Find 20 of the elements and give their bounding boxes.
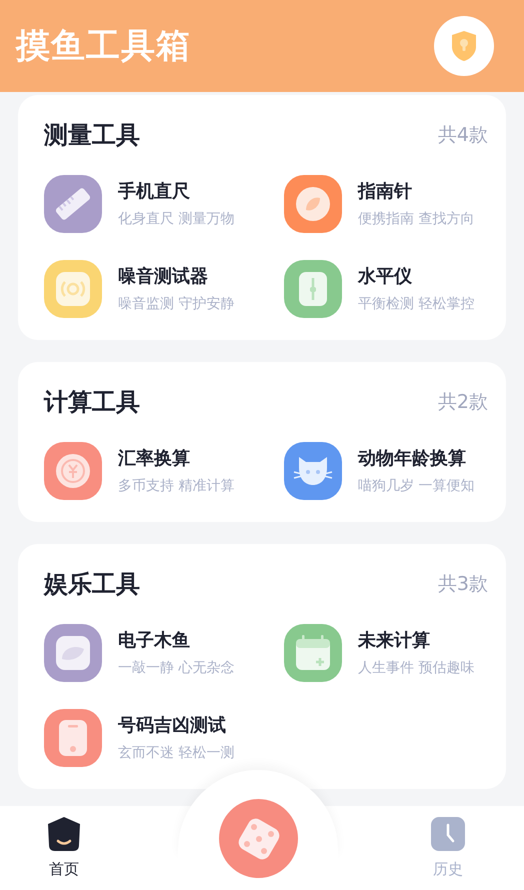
tool-item[interactable]: 噪音测试器 噪音监测 守护安静 bbox=[44, 260, 284, 318]
tool-count: 共4款 bbox=[438, 122, 488, 148]
home-tab[interactable]: 首页 bbox=[46, 816, 82, 880]
tool-item[interactable]: 动物年龄换算 喵狗几岁 一算便知 bbox=[284, 442, 488, 500]
tool-item[interactable]: 手机直尺 化身直尺 测量万物 bbox=[44, 175, 284, 233]
tool-item[interactable]: 号码吉凶测试 玄而不迷 轻松一测 bbox=[44, 709, 284, 767]
tool-item[interactable]: 指南针 便携指南 查找方向 bbox=[284, 175, 488, 233]
section-title: 计算工具 bbox=[44, 387, 140, 418]
tool-item[interactable]: 电子木鱼 一敲一静 心无杂念 bbox=[44, 624, 284, 682]
tool-item[interactable]: 未来计算 人生事件 预估趣味 bbox=[284, 624, 488, 682]
tool-item[interactable]: 水平仪 平衡检测 轻松掌控 bbox=[284, 260, 488, 318]
app-title: 摸鱼工具箱 bbox=[16, 24, 191, 68]
tool-item[interactable]: 汇率换算 多币支持 精准计算 bbox=[44, 442, 284, 500]
home-icon bbox=[46, 816, 82, 852]
clock-icon bbox=[430, 816, 466, 852]
section-title: 娱乐工具 bbox=[44, 569, 140, 600]
section-title: 测量工具 bbox=[44, 120, 140, 151]
tool-count: 共3款 bbox=[438, 572, 488, 597]
tool-count: 共2款 bbox=[438, 390, 488, 415]
shield-icon bbox=[450, 31, 478, 61]
